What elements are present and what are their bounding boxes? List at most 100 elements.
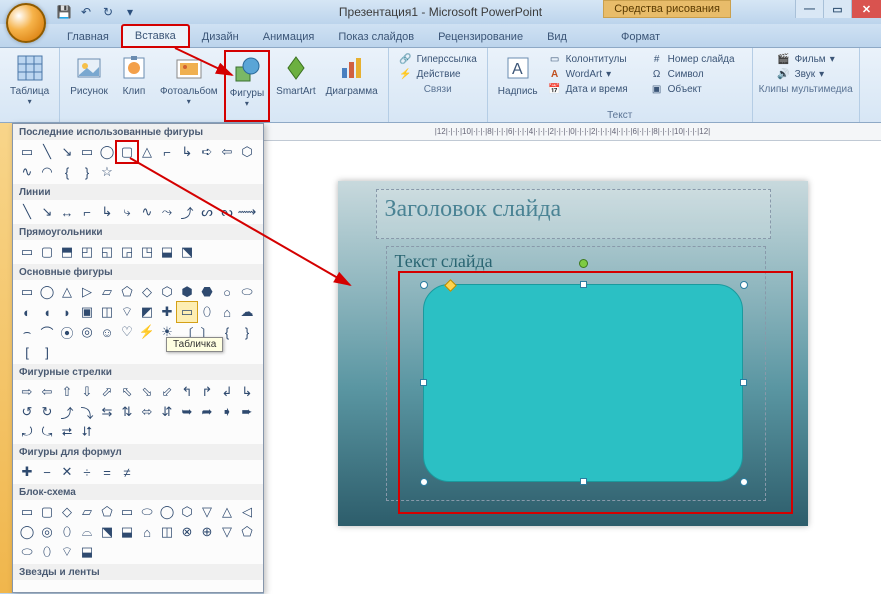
shape-fc19[interactable]: ⌂: [137, 522, 157, 542]
shape-a10[interactable]: ↱: [197, 382, 217, 402]
shape-b23[interactable]: ⌂: [217, 302, 237, 322]
shape-triangle[interactable]: △: [137, 142, 157, 162]
movie-button[interactable]: 🎬Фильм ▾: [777, 52, 835, 66]
shape-fc10[interactable]: ▽: [197, 502, 217, 522]
shape-fc3[interactable]: ◇: [57, 502, 77, 522]
rounded-rect-shape[interactable]: [423, 284, 743, 482]
shape-b19[interactable]: ◩: [137, 302, 157, 322]
shape-a11[interactable]: ↲: [217, 382, 237, 402]
shape-b10[interactable]: ⬣: [197, 282, 217, 302]
shape-fc27[interactable]: ⌔: [57, 542, 77, 562]
office-button[interactable]: [6, 3, 46, 43]
shape-arc[interactable]: ◠: [37, 162, 57, 182]
chart-button[interactable]: Диаграмма: [322, 50, 382, 122]
shape-fc15[interactable]: ⬯: [57, 522, 77, 542]
resize-handle-nw[interactable]: [420, 281, 428, 289]
shape-brace-r[interactable]: }: [77, 162, 97, 182]
shape-a26[interactable]: ⤿: [37, 422, 57, 442]
shape-line-6[interactable]: ⤷: [117, 202, 137, 222]
shape-a7[interactable]: ⬂: [137, 382, 157, 402]
shape-line-2[interactable]: ↘: [37, 202, 57, 222]
shape-a22[interactable]: ➦: [197, 402, 217, 422]
shape-a12[interactable]: ↳: [237, 382, 257, 402]
rotation-handle[interactable]: [579, 259, 588, 268]
context-tab-drawing-tools[interactable]: Средства рисования: [603, 0, 731, 18]
shape-line-7[interactable]: ∿: [137, 202, 157, 222]
hyperlink-button[interactable]: 🔗Гиперссылка: [399, 52, 477, 66]
shape-rect-5[interactable]: ◱: [97, 242, 117, 262]
shape-a8[interactable]: ⬃: [157, 382, 177, 402]
shape-fc21[interactable]: ⊗: [177, 522, 197, 542]
shape-brace-l[interactable]: {: [57, 162, 77, 182]
shape-fc18[interactable]: ⬓: [117, 522, 137, 542]
shape-f3[interactable]: ✕: [57, 462, 77, 482]
shape-rect-7[interactable]: ◳: [137, 242, 157, 262]
shape-a3[interactable]: ⇧: [57, 382, 77, 402]
shape-rect-6[interactable]: ◲: [117, 242, 137, 262]
shape-fc11[interactable]: △: [217, 502, 237, 522]
shape-fc2[interactable]: ▢: [37, 502, 57, 522]
shapes-button[interactable]: Фигуры▾: [224, 50, 270, 122]
shape-line-12[interactable]: ⟿: [237, 202, 257, 222]
shape-elbow-arrow[interactable]: ↳: [177, 142, 197, 162]
shape-b3[interactable]: △: [57, 282, 77, 302]
shape-fc5[interactable]: ⬠: [97, 502, 117, 522]
shape-rect-4[interactable]: ◰: [77, 242, 97, 262]
shape-a19[interactable]: ⬄: [137, 402, 157, 422]
shape-f4[interactable]: ÷: [77, 462, 97, 482]
shape-elbow[interactable]: ⌐: [157, 142, 177, 162]
shape-fc20[interactable]: ◫: [157, 522, 177, 542]
shape-b18[interactable]: ⌔: [117, 302, 137, 322]
shape-textbox[interactable]: ▭: [17, 142, 37, 162]
wordart-button[interactable]: AWordArt ▾: [548, 67, 640, 81]
shape-a1[interactable]: ⇨: [17, 382, 37, 402]
shape-fc12[interactable]: ◁: [237, 502, 257, 522]
shape-b1[interactable]: ▭: [17, 282, 37, 302]
shape-line-5[interactable]: ↳: [97, 202, 117, 222]
shape-b22[interactable]: ⬯: [197, 302, 217, 322]
shape-line-1[interactable]: ╲: [17, 202, 37, 222]
shape-line-3[interactable]: ↔: [57, 202, 77, 222]
datetime-button[interactable]: 📅Дата и время: [548, 82, 640, 96]
shape-fc9[interactable]: ⬡: [177, 502, 197, 522]
shape-f6[interactable]: ≠: [117, 462, 137, 482]
resize-handle-sw[interactable]: [420, 478, 428, 486]
shape-rect[interactable]: ▭: [77, 142, 97, 162]
slide-thumbnail-strip[interactable]: [0, 123, 12, 593]
tab-design[interactable]: Дизайн: [190, 27, 251, 47]
picture-button[interactable]: Рисунок: [66, 50, 112, 122]
shape-star[interactable]: ☆: [97, 162, 117, 182]
undo-icon[interactable]: ↶: [77, 3, 95, 21]
sound-button[interactable]: 🔊Звук ▾: [777, 67, 835, 81]
shape-f5[interactable]: =: [97, 462, 117, 482]
table-button[interactable]: Таблица ▾: [6, 50, 53, 122]
shape-line-10[interactable]: ᔕ: [197, 202, 217, 222]
shape-a14[interactable]: ↻: [37, 402, 57, 422]
shape-b30[interactable]: ♡: [117, 322, 137, 342]
tab-review[interactable]: Рецензирование: [426, 27, 535, 47]
shape-fc17[interactable]: ⬔: [97, 522, 117, 542]
shape-fc26[interactable]: ⬯: [37, 542, 57, 562]
shape-rect-8[interactable]: ⬓: [157, 242, 177, 262]
shape-a27[interactable]: ⮂: [57, 422, 77, 442]
shape-b11[interactable]: ○: [217, 282, 237, 302]
shape-ellipse[interactable]: ◯: [97, 142, 117, 162]
shape-fc16[interactable]: ⌓: [77, 522, 97, 542]
shape-fc4[interactable]: ▱: [77, 502, 97, 522]
shape-b16[interactable]: ▣: [77, 302, 97, 322]
tab-format[interactable]: Формат: [609, 27, 672, 47]
shape-b20[interactable]: ✚: [157, 302, 177, 322]
shape-b29[interactable]: ☺: [97, 322, 117, 342]
shape-line-11[interactable]: ᔓ: [217, 202, 237, 222]
redo-icon[interactable]: ↻: [99, 3, 117, 21]
slidenumber-button[interactable]: #Номер слайда: [650, 52, 742, 66]
shape-arrow-left[interactable]: ⇦: [217, 142, 237, 162]
shape-a2[interactable]: ⇦: [37, 382, 57, 402]
textbox-button[interactable]: AНадпись: [494, 50, 542, 99]
resize-handle-ne[interactable]: [740, 281, 748, 289]
shape-f2[interactable]: −: [37, 462, 57, 482]
shape-a5[interactable]: ⬀: [97, 382, 117, 402]
shape-b4[interactable]: ▷: [77, 282, 97, 302]
shape-curve[interactable]: ∿: [17, 162, 37, 182]
shape-rounded-rect[interactable]: ▢: [117, 142, 137, 162]
